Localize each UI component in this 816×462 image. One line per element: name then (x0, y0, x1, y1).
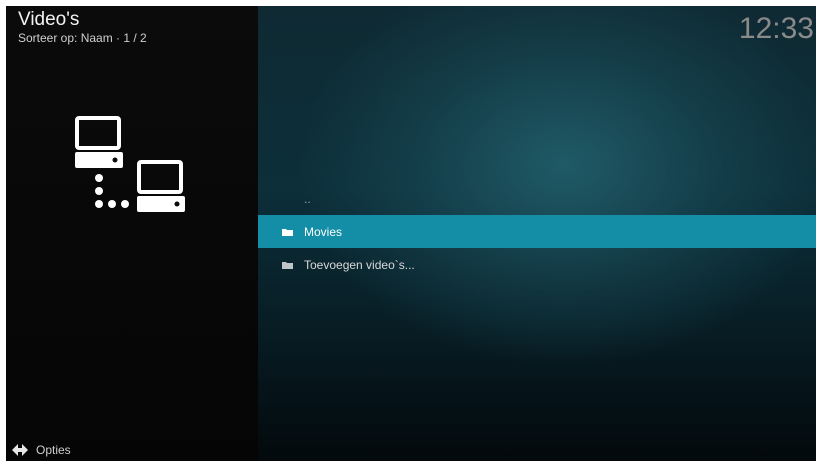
window-frame: Video's Sorteer op: Naam · 1 / 2 Opties … (0, 0, 816, 462)
page-title: Video's (18, 9, 80, 30)
file-list: .. Movies Toevoegen video`s... (258, 182, 816, 281)
network-computers-icon (75, 116, 185, 212)
parent-folder-label: .. (304, 191, 311, 206)
kodi-screen: Video's Sorteer op: Naam · 1 / 2 Opties … (6, 6, 816, 461)
folder-icon (272, 261, 302, 269)
clock: 12:33 (738, 12, 814, 45)
list-item-add-videos[interactable]: Toevoegen video`s... (258, 248, 816, 281)
options-label: Opties (36, 443, 71, 457)
list-item-label: Toevoegen video`s... (304, 257, 415, 272)
folder-icon (272, 228, 302, 236)
list-item-movies[interactable]: Movies (258, 215, 816, 248)
sort-info: Sorteer op: Naam · 1 / 2 (18, 31, 147, 45)
list-item-parent-folder[interactable]: .. (258, 182, 816, 215)
list-item-label: Movies (304, 224, 343, 239)
options-arrows-icon (12, 444, 28, 456)
options-button[interactable]: Opties (12, 443, 71, 457)
left-panel: Video's Sorteer op: Naam · 1 / 2 Opties (6, 6, 258, 461)
